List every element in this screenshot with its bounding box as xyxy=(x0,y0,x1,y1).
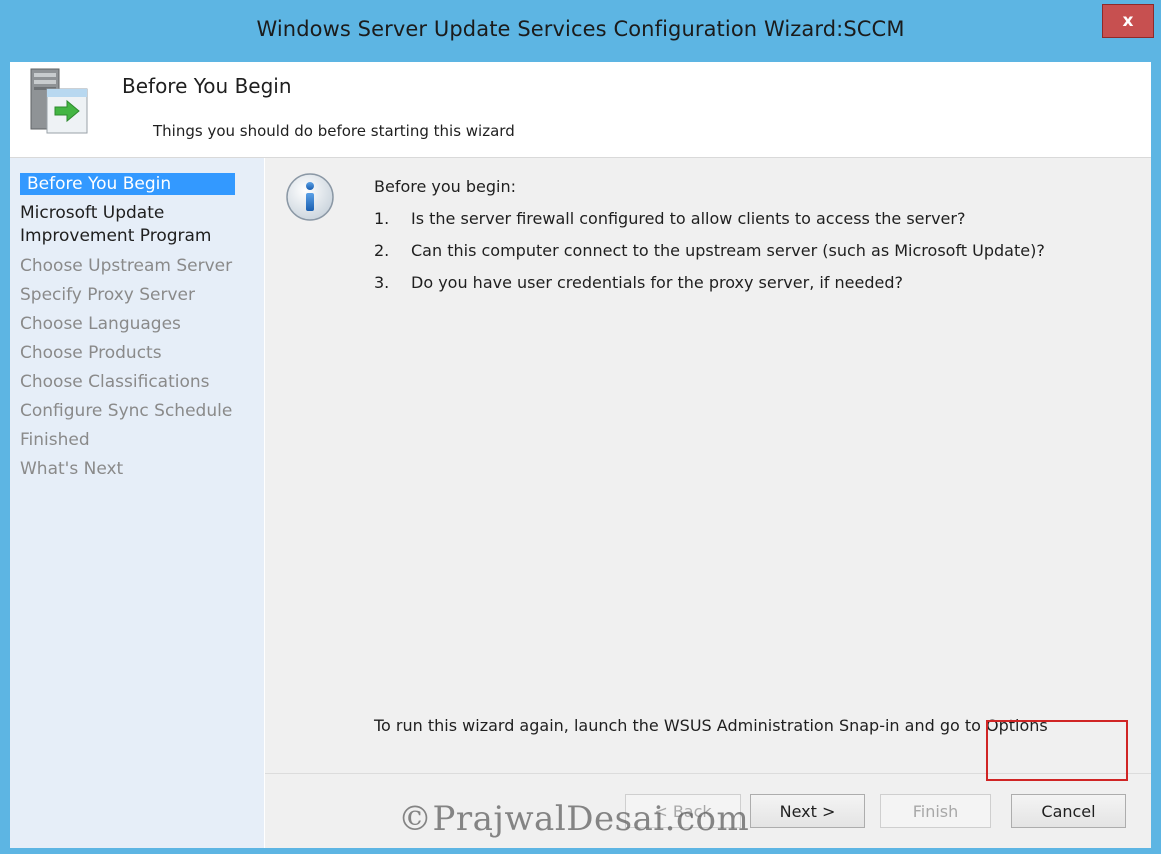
item-text: Is the server firewall configured to all… xyxy=(411,209,966,228)
window-title: Windows Server Update Services Configura… xyxy=(256,17,905,41)
sidebar-item-label: Microsoft Update xyxy=(20,203,165,223)
next-button[interactable]: Next > xyxy=(750,794,865,828)
sidebar-item-choose-products[interactable]: Choose Products xyxy=(20,342,162,364)
sidebar-item-label: Improvement Program xyxy=(20,226,212,246)
item-text: Can this computer connect to the upstrea… xyxy=(411,241,1045,260)
wizard-header: Before You Begin Things you should do be… xyxy=(10,62,1151,158)
cancel-button[interactable]: Cancel xyxy=(1011,794,1126,828)
close-button[interactable]: x xyxy=(1102,4,1154,38)
wizard-client-area: Before You Begin Things you should do be… xyxy=(10,62,1151,848)
footer-note: To run this wizard again, launch the WSU… xyxy=(374,716,1048,735)
page-title: Before You Begin xyxy=(122,74,292,98)
checklist-item: 2. Can this computer connect to the upstr… xyxy=(374,241,1045,260)
title-bar[interactable]: Windows Server Update Services Configura… xyxy=(0,0,1161,62)
item-number: 3. xyxy=(374,273,390,292)
sidebar-item-choose-upstream-server[interactable]: Choose Upstream Server xyxy=(20,255,232,277)
item-number: 2. xyxy=(374,241,390,260)
sidebar-item-microsoft-update-improvement-program[interactable]: Microsoft Update Improvement Program xyxy=(20,202,212,247)
watermark: ©PrajwalDesai.com xyxy=(398,799,750,839)
cancel-highlight-box xyxy=(986,720,1128,781)
item-text: Do you have user credentials for the pro… xyxy=(411,273,903,292)
sidebar-item-configure-sync-schedule[interactable]: Configure Sync Schedule xyxy=(20,400,232,422)
close-icon: x xyxy=(1122,11,1134,31)
finish-button[interactable]: Finish xyxy=(880,794,991,828)
sidebar-item-before-you-begin[interactable]: Before You Begin xyxy=(20,173,235,195)
sidebar-item-finished[interactable]: Finished xyxy=(20,429,90,451)
sidebar-item-specify-proxy-server[interactable]: Specify Proxy Server xyxy=(20,284,195,306)
server-update-icon xyxy=(30,68,88,134)
intro-text: Before you begin: xyxy=(374,177,517,196)
page-subtitle: Things you should do before starting thi… xyxy=(153,122,515,140)
sidebar-item-choose-languages[interactable]: Choose Languages xyxy=(20,313,181,335)
wizard-steps-sidebar: Before You Begin Microsoft Update Improv… xyxy=(10,158,264,848)
info-icon xyxy=(286,173,334,221)
item-number: 1. xyxy=(374,209,390,228)
sidebar-item-choose-classifications[interactable]: Choose Classifications xyxy=(20,371,210,393)
sidebar-item-whats-next[interactable]: What's Next xyxy=(20,458,123,480)
wizard-window: Windows Server Update Services Configura… xyxy=(0,0,1161,854)
checklist-item: 1. Is the server firewall configured to a… xyxy=(374,209,965,228)
checklist-item: 3. Do you have user credentials for the p… xyxy=(374,273,903,292)
